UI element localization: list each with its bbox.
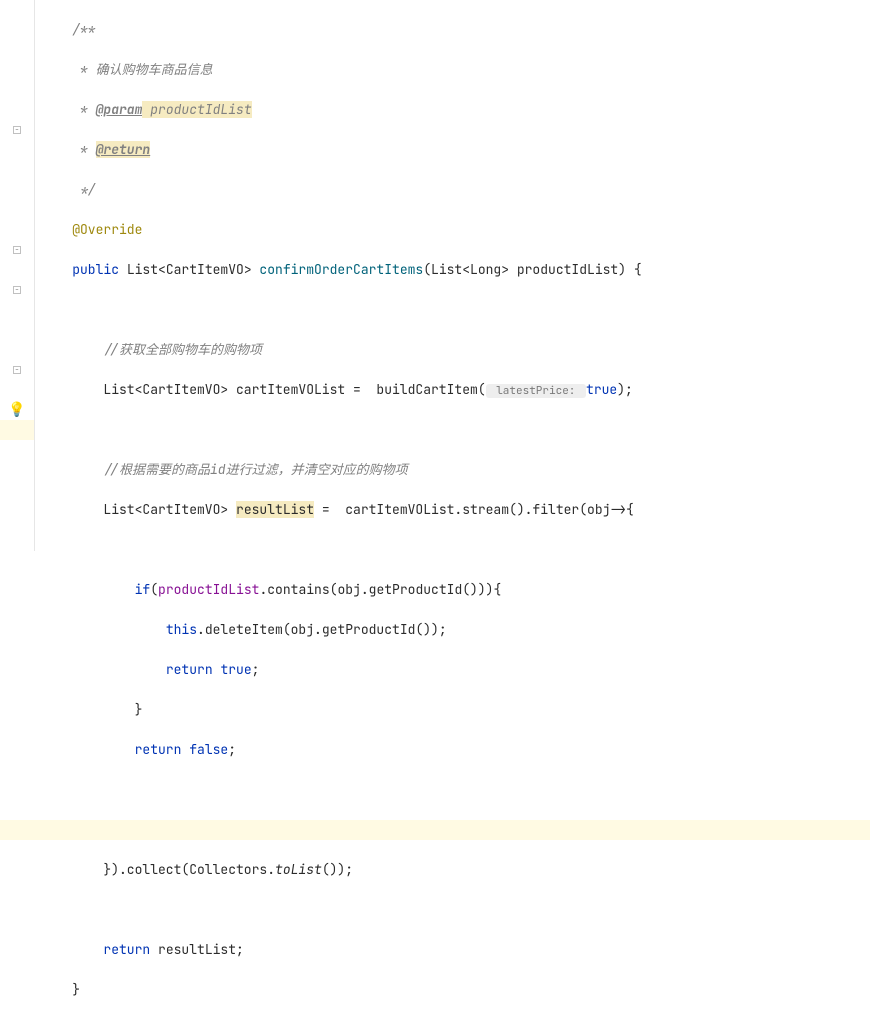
field-ref: productIdList [158,581,259,598]
javadoc-desc: * 确认购物车商品信息 [72,61,212,78]
intention-bulb-icon[interactable]: 💡 [8,400,25,420]
static-method-call: toList [275,861,322,878]
fold-minus-icon[interactable]: − [13,286,21,294]
warning-highlight [0,820,870,840]
parameter-hint: latestPrice: [486,384,586,398]
method-name: confirmOrderCartItems [259,261,423,278]
fold-minus-icon[interactable]: − [13,246,21,254]
fold-minus-icon[interactable]: − [13,126,21,134]
comment: //获取全部购物车的购物项 [103,341,262,358]
javadoc-return-tag: @return [96,141,151,158]
javadoc-param-name: productIdList [142,101,251,118]
variable-resultlist: resultList [236,501,314,518]
comment: //根据需要的商品id进行过滤，并清空对应的购物项 [103,461,407,478]
javadoc-close: */ [72,181,95,198]
override-annotation: @Override [72,221,142,238]
javadoc-open: /** [72,21,95,38]
code-editor[interactable]: /** * 确认购物车商品信息 * @param productIdList *… [35,0,870,551]
javadoc-param-tag: @param [96,101,143,118]
fold-minus-icon[interactable]: − [13,366,21,374]
editor-gutter: − − − − 💡 [0,0,35,551]
